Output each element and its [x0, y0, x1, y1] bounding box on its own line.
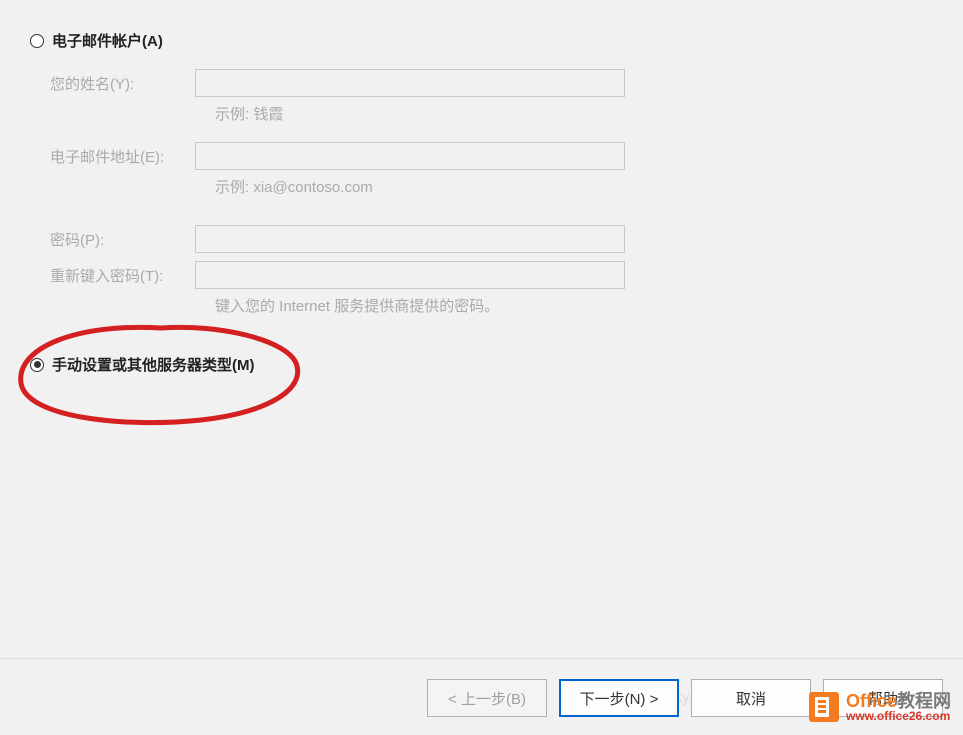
email-label: 电子邮件地址(E):	[50, 146, 195, 167]
next-button[interactable]: 下一步(N) >	[559, 679, 679, 717]
retype-password-label: 重新键入密码(T):	[50, 265, 195, 286]
radio-circle-selected-icon	[30, 358, 44, 372]
password-input	[195, 225, 625, 253]
button-bar: < 上一步(B) 下一步(N) > 取消 帮助	[427, 679, 943, 717]
help-button[interactable]: 帮助	[823, 679, 943, 717]
email-input	[195, 142, 625, 170]
radio-manual-label: 手动设置或其他服务器类型(M)	[52, 354, 255, 375]
name-hint: 示例: 钱霞	[215, 103, 943, 124]
radio-manual-setup[interactable]: 手动设置或其他服务器类型(M)	[30, 354, 943, 375]
name-input	[195, 69, 625, 97]
retype-password-input	[195, 261, 625, 289]
password-label: 密码(P):	[50, 229, 195, 250]
radio-email-label: 电子邮件帐户(A)	[52, 30, 163, 51]
password-hint: 键入您的 Internet 服务提供商提供的密码。	[215, 295, 943, 316]
email-hint: 示例: xia@contoso.com	[215, 176, 943, 197]
name-label: 您的姓名(Y):	[50, 73, 195, 94]
separator-line	[0, 658, 963, 659]
cancel-button[interactable]: 取消	[691, 679, 811, 717]
email-form-section: 您的姓名(Y): 示例: 钱霞 电子邮件地址(E): 示例: xia@conto…	[50, 69, 943, 316]
radio-circle-icon	[30, 34, 44, 48]
back-button: < 上一步(B)	[427, 679, 547, 717]
radio-email-account[interactable]: 电子邮件帐户(A)	[30, 30, 943, 51]
